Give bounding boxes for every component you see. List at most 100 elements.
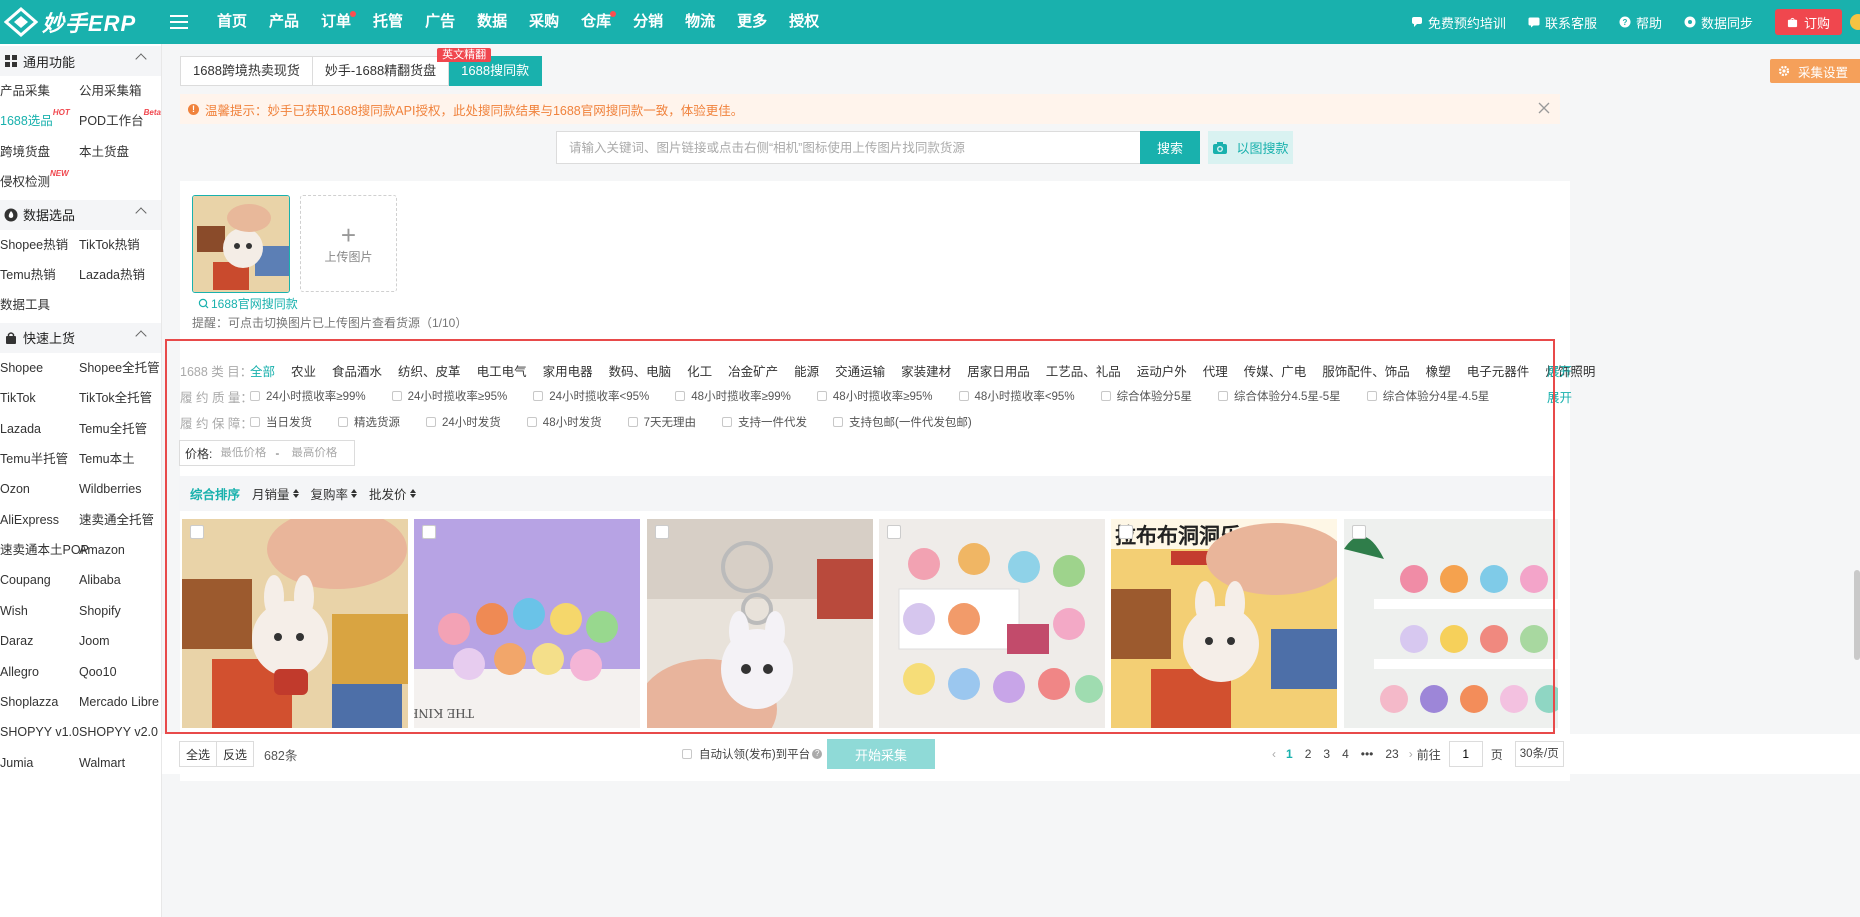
sidebar-item[interactable]: Temu热销 (0, 260, 79, 290)
checkbox-box[interactable] (958, 391, 969, 401)
sync-link[interactable]: 数据同步 (1684, 13, 1753, 32)
filter-checkbox[interactable]: 7天无理由 (627, 414, 696, 430)
help-link[interactable]: ? 帮助 (1619, 13, 1662, 32)
goto-page-input[interactable] (1448, 741, 1483, 767)
sidebar-item[interactable]: TikTok全托管 (79, 383, 161, 413)
sort-option[interactable]: 月销量 (252, 484, 299, 503)
product-card[interactable] (879, 519, 1105, 728)
min-price-input[interactable] (220, 447, 276, 459)
filter-checkbox[interactable]: 当日发货 (250, 414, 312, 430)
nav-item-4[interactable]: 广告 (414, 0, 466, 44)
sidebar-item[interactable]: 速卖通本土POP (0, 535, 89, 565)
nav-item-5[interactable]: 数据 (466, 0, 518, 44)
category-option[interactable]: 能源 (794, 361, 819, 380)
filter-checkbox[interactable]: 48小时发货 (526, 414, 602, 430)
product-checkbox[interactable] (422, 525, 436, 539)
sidebar-item[interactable]: Shopify (79, 596, 161, 626)
product-checkbox[interactable] (1352, 525, 1366, 539)
sidebar-item[interactable]: Temu半托管 (0, 444, 79, 474)
auto-claim-checkbox[interactable]: 自动认领(发布)到平台 ? (682, 746, 823, 762)
filter-checkbox[interactable]: 综合体验分4.5星-5星 (1217, 388, 1341, 404)
sidebar-group-1[interactable]: 数据选品 (0, 199, 161, 230)
category-option[interactable]: 工艺品、礼品 (1046, 361, 1121, 380)
sidebar-item[interactable]: 侵权检测 NEW (0, 167, 79, 197)
nav-item-3[interactable]: 托管 (362, 0, 414, 44)
filter-checkbox[interactable]: 综合体验分4星-4.5星 (1366, 388, 1489, 404)
sidebar-item[interactable]: Jumia (0, 748, 79, 778)
sidebar-item[interactable]: 1688选品 HOT (0, 106, 79, 136)
product-card[interactable]: 拉布布洞洞乐 (1111, 519, 1337, 728)
sidebar-item[interactable]: Allegro (0, 657, 79, 687)
page-number[interactable]: 4 (1342, 747, 1349, 761)
sidebar-item[interactable]: Shopee热销 (0, 230, 79, 260)
filter-checkbox[interactable]: 24小时揽收率≥95% (391, 388, 507, 404)
nav-item-11[interactable]: 授权 (778, 0, 830, 44)
nav-item-10[interactable]: 更多 (726, 0, 778, 44)
checkbox-box[interactable] (833, 417, 843, 427)
image-search-button[interactable]: 以图搜款 (1208, 131, 1293, 164)
sidebar-item[interactable]: 速卖通全托管 (79, 505, 161, 535)
sidebar-item[interactable]: Temu全托管 (79, 414, 161, 444)
nav-item-8[interactable]: 分销 (622, 0, 674, 44)
filter-checkbox[interactable]: 支持一件代发 (722, 414, 807, 430)
filter-checkbox[interactable]: 24小时揽收率<95% (533, 388, 649, 404)
sidebar-item[interactable]: Wish (0, 596, 79, 626)
sidebar-item[interactable]: Wildberries (79, 474, 161, 504)
chevron-up-icon[interactable] (135, 53, 147, 65)
filter-checkbox[interactable]: 24小时揽收率≥99% (250, 388, 366, 404)
question-icon[interactable]: ? (812, 749, 823, 759)
sidebar-item[interactable]: Coupang (0, 565, 79, 595)
sidebar-item[interactable]: TikTok (0, 383, 79, 413)
category-option[interactable]: 运动户外 (1137, 361, 1187, 380)
nav-item-2[interactable]: 订单 (310, 0, 362, 44)
filter-checkbox[interactable]: 48小时揽收率≥99% (675, 388, 791, 404)
category-option[interactable]: 农业 (291, 361, 316, 380)
tab-0[interactable]: 1688跨境热卖现货 (180, 56, 313, 86)
filter-checkbox[interactable]: 精选货源 (338, 414, 400, 430)
category-option[interactable]: 电工电气 (477, 361, 527, 380)
logo[interactable]: 妙手ERP (0, 0, 160, 44)
nav-item-1[interactable]: 产品 (258, 0, 310, 44)
sidebar-item[interactable]: Lazada (0, 414, 79, 444)
checkbox-box[interactable] (426, 417, 436, 427)
page-number[interactable]: ••• (1361, 747, 1374, 761)
checkbox-box[interactable] (1366, 391, 1377, 401)
training-link[interactable]: 免费预约培训 (1411, 13, 1506, 32)
category-option[interactable]: 家装建材 (901, 361, 951, 380)
uploaded-image-thumb[interactable] (192, 195, 290, 293)
product-card[interactable] (182, 519, 408, 728)
page-number[interactable]: 1 (1286, 747, 1293, 761)
category-option[interactable]: 数码、电脑 (609, 361, 672, 380)
sort-option[interactable]: 综合排序 (190, 484, 240, 503)
checkbox-box[interactable] (1217, 391, 1228, 401)
checkbox-box[interactable] (627, 417, 638, 427)
category-option[interactable]: 服饰配件、饰品 (1322, 361, 1410, 380)
category-option[interactable]: 电子元器件 (1467, 361, 1530, 380)
close-icon[interactable] (1538, 102, 1550, 114)
category-option[interactable]: 纺织、皮革 (398, 361, 461, 380)
scrollbar[interactable] (1854, 570, 1860, 660)
auto-claim-box[interactable] (682, 749, 692, 759)
product-card[interactable] (647, 519, 873, 728)
checkbox-box[interactable] (250, 391, 260, 401)
checkbox-box[interactable] (675, 391, 686, 401)
filter-checkbox[interactable]: 48小时揽收率<95% (958, 388, 1075, 404)
sidebar-item[interactable]: Ozon (0, 474, 79, 504)
sidebar-item[interactable]: Shopee全托管 (79, 353, 161, 383)
category-option[interactable]: 交通运输 (835, 361, 885, 380)
service-link[interactable]: 联系客服 (1528, 13, 1597, 32)
checkbox-box[interactable] (533, 391, 544, 401)
product-card[interactable]: THE KINFOLK (414, 519, 640, 728)
page-number[interactable]: 3 (1323, 747, 1330, 761)
category-option[interactable]: 化工 (687, 361, 712, 380)
tab-2[interactable]: 1688搜同款 英文精翻 (437, 48, 543, 86)
chevron-up-icon[interactable] (135, 330, 147, 342)
avatar[interactable] (1850, 14, 1860, 30)
product-checkbox[interactable] (190, 525, 204, 539)
sidebar-item[interactable]: SHOPYY v1.0 (0, 717, 79, 747)
checkbox-box[interactable] (338, 417, 348, 427)
nav-item-7[interactable]: 仓库 (570, 0, 622, 44)
product-checkbox[interactable] (655, 525, 669, 539)
sort-option[interactable]: 批发价 (369, 484, 416, 503)
product-checkbox[interactable] (887, 525, 901, 539)
